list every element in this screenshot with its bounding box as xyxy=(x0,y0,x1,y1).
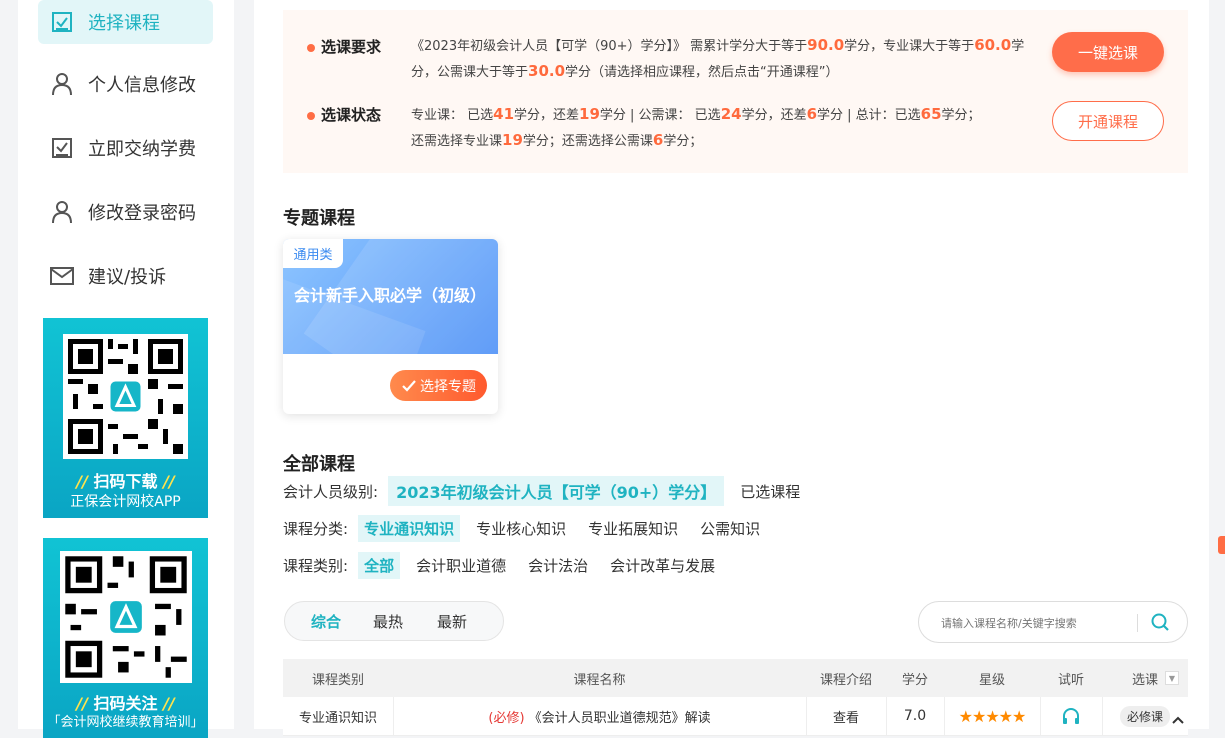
category-chip[interactable]: 公需知识 xyxy=(694,515,766,542)
qr-code-image xyxy=(60,551,192,683)
header-cell: 课程介绍 xyxy=(819,672,872,688)
one-click-select-button[interactable]: 一键选课 xyxy=(1052,32,1164,72)
qr-code-image xyxy=(63,334,188,459)
level-filter: 会计人员级别: 2023年初级会计人员【可学（90+）学分】 已选课程 xyxy=(283,476,816,506)
sort-option[interactable]: 最热 xyxy=(373,611,403,632)
requirement-panel: 选课要求 《2023年初级会计人员【可学（90+）学分】》 需累计学分大于等于9… xyxy=(283,10,1188,173)
sidebar: 选择课程 个人信息修改 立即交纳学费 修改登录密码 建议/投诉 // 扫码下载 … xyxy=(18,0,234,738)
topic-section-title: 专题课程 xyxy=(283,208,355,229)
select-topic-button[interactable]: 选择专题 xyxy=(390,370,487,401)
course-name[interactable]: (必修) 《会计人员职业道德规范》解读 xyxy=(393,697,807,735)
qr-subtitle: 「会计网校继续教育培训」 xyxy=(47,715,204,730)
sidebar-item-select-course[interactable]: 选择课程 xyxy=(38,0,213,44)
sidebar-item-change-password[interactable]: 修改登录密码 xyxy=(38,190,213,234)
open-course-button[interactable]: 开通课程 xyxy=(1052,101,1164,141)
star-rating: ★★★★★ xyxy=(944,697,1041,735)
status-text: 专业课： 已选41学分，还差19学分 | 公需课： 已选24学分，还差6学分 |… xyxy=(411,105,981,149)
topic-card[interactable]: 通用类 会计新手入职必学（初级） 选择专题 xyxy=(283,239,498,414)
header-cell: 星级 xyxy=(978,672,1005,688)
category-filter: 课程分类: 专业通识知识 专业核心知识 专业拓展知识 公需知识 xyxy=(283,515,776,542)
requirement-label: 选课要求 xyxy=(307,36,381,57)
checkbox-icon xyxy=(50,10,74,34)
search-box xyxy=(918,601,1188,643)
course-credit: 7.0 xyxy=(886,697,945,735)
side-widget-edge[interactable] xyxy=(1218,536,1225,554)
selected-courses-link[interactable]: 已选课程 xyxy=(734,478,806,505)
requirement-text: 《2023年初级会计人员【可学（90+）学分】》 需累计学分大于等于90.0学分… xyxy=(411,36,1025,80)
level-chip[interactable]: 2023年初级会计人员【可学（90+）学分】 xyxy=(388,476,725,506)
sidebar-item-label: 立即交纳学费 xyxy=(88,139,196,160)
qr-subtitle: 正保会计网校APP xyxy=(70,494,181,510)
type-chip[interactable]: 会计法治 xyxy=(522,552,594,579)
sidebar-item-label: 建议/投诉 xyxy=(88,267,167,288)
sort-option[interactable]: 最新 xyxy=(437,611,467,632)
sidebar-item-label: 选择课程 xyxy=(88,13,160,34)
qr-title: // 扫码下载 // xyxy=(76,472,175,491)
sidebar-item-label: 个人信息修改 xyxy=(88,75,196,96)
topic-title: 会计新手入职必学（初级） xyxy=(294,286,487,305)
type-chip[interactable]: 全部 xyxy=(358,552,401,579)
search-icon[interactable] xyxy=(1149,611,1171,633)
header-cell: 课程类别 xyxy=(311,672,364,688)
type-chip[interactable]: 会计职业道德 xyxy=(410,552,512,579)
sidebar-item-feedback[interactable]: 建议/投诉 xyxy=(38,254,213,298)
sort-bar: 综合 最热 最新 xyxy=(284,601,504,641)
course-category: 专业通识知识 xyxy=(283,697,394,735)
sidebar-item-profile[interactable]: 个人信息修改 xyxy=(38,62,213,106)
sidebar-item-label: 修改登录密码 xyxy=(88,203,196,224)
sort-option[interactable]: 综合 xyxy=(311,611,341,632)
status-label: 选课状态 xyxy=(307,104,381,125)
header-cell: 试听 xyxy=(1057,672,1084,688)
search-input[interactable] xyxy=(939,612,1133,634)
table-row: 专业通识知识 (必修) 《会计人员职业道德规范》解读 查看 7.0 ★★★★★ 必… xyxy=(283,697,1188,736)
checkbox-icon xyxy=(50,136,74,160)
view-intro-link[interactable]: 查看 xyxy=(806,697,887,735)
category-chip[interactable]: 专业核心知识 xyxy=(470,515,572,542)
mail-icon xyxy=(50,264,74,288)
dropdown-arrow-icon[interactable]: ▼ xyxy=(1165,671,1179,685)
qr-card-app: // 扫码下载 // 正保会计网校APP xyxy=(43,318,208,518)
required-course-badge[interactable]: 必修课 xyxy=(1119,705,1170,727)
all-courses-title: 全部课程 xyxy=(283,454,355,475)
headphones-icon xyxy=(1061,707,1081,725)
user-icon xyxy=(50,72,74,96)
user-icon xyxy=(50,200,74,224)
type-chip[interactable]: 会计改革与发展 xyxy=(604,552,721,579)
type-filter: 课程类别: 全部 会计职业道德 会计法治 会计改革与发展 xyxy=(283,552,731,579)
category-chip[interactable]: 专业通识知识 xyxy=(358,515,461,542)
qr-card-wechat: // 扫码关注 // 「会计网校继续教育培训」 xyxy=(43,538,208,738)
topic-tag: 通用类 xyxy=(283,239,343,268)
check-icon xyxy=(401,379,417,393)
sidebar-item-pay-fee[interactable]: 立即交纳学费 xyxy=(38,126,213,170)
category-chip[interactable]: 专业拓展知识 xyxy=(582,515,684,542)
table-header: 课程类别 课程名称 课程介绍 学分 星级 试听 选课 ▼ xyxy=(283,659,1188,697)
required-tag: (必修) xyxy=(488,710,525,726)
header-cell: 学分 xyxy=(901,672,928,688)
trial-listen[interactable] xyxy=(1040,697,1103,735)
main-content: 选课要求 《2023年初级会计人员【可学（90+）学分】》 需累计学分大于等于9… xyxy=(254,0,1209,736)
header-cell: 课程名称 xyxy=(573,672,626,688)
chevron-up-icon[interactable] xyxy=(1171,710,1185,729)
